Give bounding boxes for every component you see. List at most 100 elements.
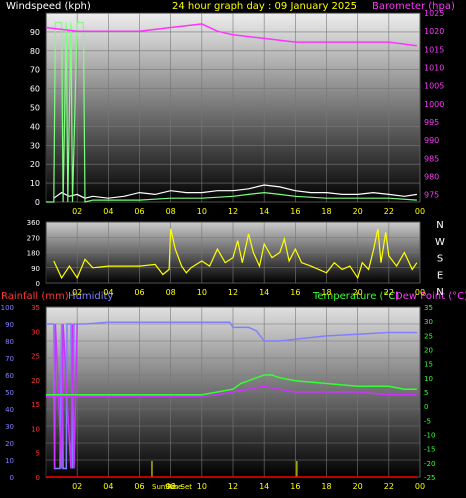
- x-tick-label: 16: [290, 482, 300, 491]
- y-tick-label: 1020: [424, 27, 444, 36]
- direction-label: W: [435, 237, 445, 248]
- x-tick-label: 22: [384, 207, 394, 216]
- y-tick-label: 70: [5, 355, 14, 363]
- x-tick-label: 04: [103, 207, 113, 216]
- x-tick-label: 14: [259, 482, 269, 491]
- sun-set-label: Sun Set: [165, 483, 192, 491]
- x-tick-label: 08: [166, 207, 176, 216]
- y-tick-label: 30: [31, 328, 40, 336]
- y-tick-label: 60: [30, 85, 40, 94]
- y-tick-label: 20: [30, 160, 40, 169]
- y-tick-label: 5: [424, 389, 428, 397]
- y-tick-label: 40: [30, 122, 40, 131]
- dewpoint-axis-label: Dew Point (°C): [395, 291, 466, 302]
- y-tick-label: 995: [424, 118, 439, 127]
- y-tick-label: 10: [5, 457, 14, 465]
- y-tick-label: -10: [424, 432, 435, 440]
- y-tick-label: 80: [5, 338, 14, 346]
- x-tick-label: 00: [415, 482, 425, 491]
- y-tick-label: 10: [30, 179, 40, 188]
- x-tick-label: 22: [384, 288, 394, 297]
- x-tick-label: 02: [72, 207, 82, 216]
- x-tick-label: 18: [321, 288, 331, 297]
- y-tick-label: 50: [5, 389, 14, 397]
- x-tick-label: 10: [197, 288, 207, 297]
- x-tick-label: 16: [290, 288, 300, 297]
- y-tick-label: 15: [31, 401, 40, 409]
- x-tick-label: 06: [134, 288, 144, 297]
- y-tick-label: 0: [10, 474, 14, 482]
- x-tick-label: 02: [72, 288, 82, 297]
- x-tick-label: 02: [72, 482, 82, 491]
- rainfall-axis-label: Rainfall (mm): [1, 291, 69, 302]
- y-tick-label: 20: [5, 440, 14, 448]
- x-tick-label: 20: [353, 207, 363, 216]
- y-tick-label: 70: [30, 66, 40, 75]
- y-tick-label: 1010: [424, 64, 444, 73]
- x-tick-label: 12: [228, 288, 238, 297]
- direction-label: S: [437, 254, 443, 265]
- x-tick-label: 20: [353, 288, 363, 297]
- x-tick-label: 10: [197, 482, 207, 491]
- y-tick-label: 0: [36, 280, 40, 288]
- y-tick-label: 985: [424, 154, 439, 163]
- y-tick-label: 25: [31, 353, 40, 361]
- y-tick-label: 1000: [424, 100, 444, 109]
- x-tick-label: 06: [134, 482, 144, 491]
- x-tick-label: 04: [103, 482, 113, 491]
- y-tick-label: 0: [35, 198, 40, 207]
- y-tick-label: 80: [30, 47, 40, 56]
- x-tick-label: 04: [103, 288, 113, 297]
- x-tick-label: 12: [228, 482, 238, 491]
- x-tick-label: 18: [321, 207, 331, 216]
- y-tick-label: 980: [424, 173, 439, 182]
- x-tick-label: 16: [290, 207, 300, 216]
- y-tick-label: 5: [36, 450, 40, 458]
- y-tick-label: 30: [5, 423, 14, 431]
- y-tick-label: 35: [31, 304, 40, 312]
- x-tick-label: 00: [415, 288, 425, 297]
- x-tick-label: 08: [166, 288, 176, 297]
- y-tick-label: 975: [424, 191, 439, 200]
- y-tick-label: 60: [5, 372, 14, 380]
- y-tick-label: 0: [424, 403, 428, 411]
- y-tick-label: 90: [5, 321, 14, 329]
- y-tick-label: 25: [424, 332, 433, 340]
- y-tick-label: 10: [31, 425, 40, 433]
- weather-graphs: Windspeed (kph) 24 hour graph day : 09 J…: [1, 1, 466, 491]
- y-tick-label: -5: [424, 417, 431, 425]
- y-tick-label: -20: [424, 460, 435, 468]
- y-tick-label: -15: [424, 446, 435, 454]
- x-tick-label: 14: [259, 207, 269, 216]
- y-tick-label: 20: [31, 377, 40, 385]
- x-tick-label: 20: [353, 482, 363, 491]
- direction-label: N: [436, 220, 443, 231]
- y-tick-label: 180: [27, 250, 40, 258]
- y-tick-label: 40: [5, 406, 14, 414]
- y-tick-label: 90: [31, 265, 40, 273]
- y-tick-label: -25: [424, 474, 435, 482]
- y-tick-label: 990: [424, 136, 439, 145]
- y-tick-label: 100: [1, 304, 14, 312]
- chart-title: 24 hour graph day : 09 January 2025: [172, 1, 357, 12]
- y-tick-label: 1015: [424, 45, 444, 54]
- y-tick-label: 20: [424, 347, 433, 355]
- y-tick-label: 360: [27, 219, 40, 227]
- direction-label: N: [436, 287, 443, 298]
- x-tick-label: 10: [197, 207, 207, 216]
- x-tick-label: 18: [321, 482, 331, 491]
- y-tick-label: 90: [30, 28, 40, 37]
- x-tick-label: 12: [228, 207, 238, 216]
- y-tick-label: 10: [424, 375, 433, 383]
- direction-label: E: [437, 270, 443, 281]
- x-tick-label: 00: [415, 207, 425, 216]
- windspeed-axis-label: Windspeed (kph): [6, 1, 91, 12]
- y-tick-label: 35: [424, 304, 433, 312]
- y-tick-label: 30: [424, 318, 433, 326]
- x-tick-label: 14: [259, 288, 269, 297]
- y-tick-label: 1005: [424, 82, 444, 91]
- x-tick-label: 22: [384, 482, 394, 491]
- y-tick-label: 0: [36, 474, 40, 482]
- y-tick-label: 15: [424, 361, 433, 369]
- y-tick-label: 270: [27, 234, 40, 242]
